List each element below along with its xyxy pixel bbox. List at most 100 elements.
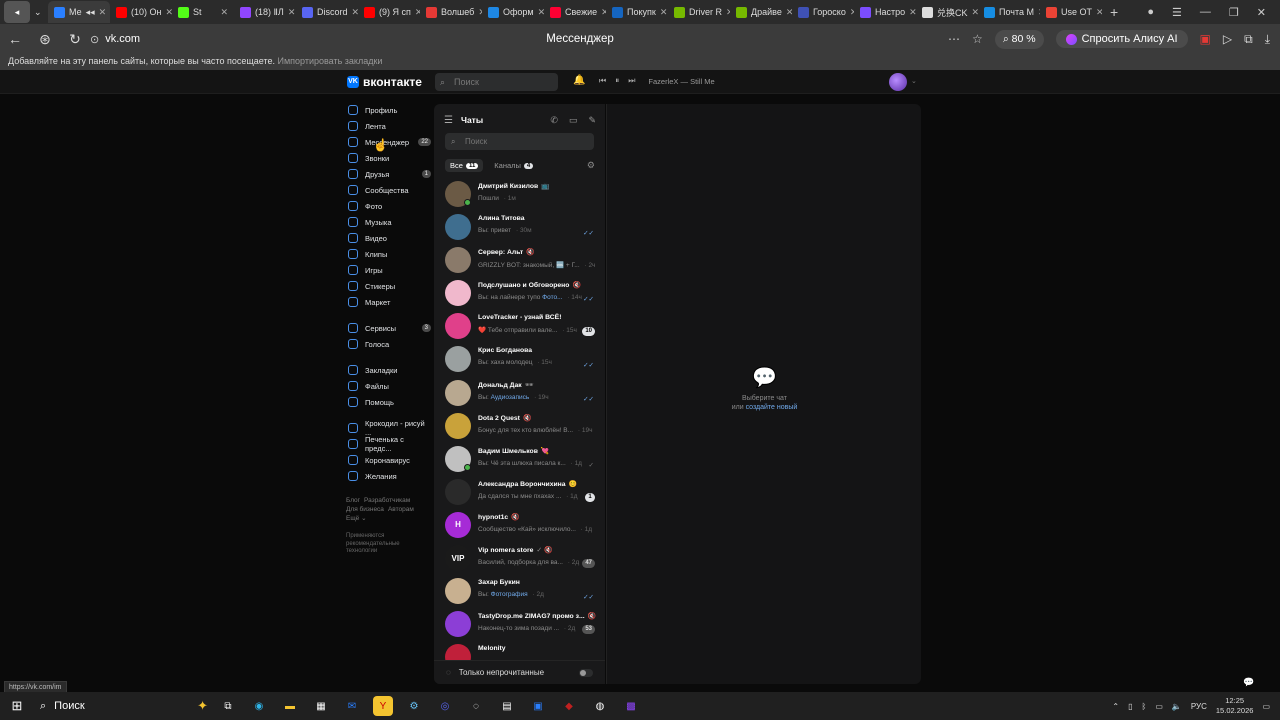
browser-tab[interactable]: Ме ◂◂ ✕ xyxy=(48,1,110,23)
ask-alice-button[interactable]: Спросить Алису AI xyxy=(1055,30,1188,48)
close-icon[interactable]: ✕ xyxy=(288,7,296,18)
menu-icon[interactable]: ☰ xyxy=(444,115,453,126)
next-track-icon[interactable]: ⏭ xyxy=(628,76,635,86)
sidebar-item-video[interactable]: Видео xyxy=(346,230,431,246)
file-explorer-icon[interactable]: ▬ xyxy=(280,696,300,716)
steam-icon[interactable]: ⚙ xyxy=(404,696,424,716)
close-icon[interactable]: ✕ xyxy=(220,7,228,18)
browser-tab[interactable]: Настро ✕ xyxy=(854,1,916,23)
chat-list-item[interactable]: Подслушано и Обговорено 🔇 Вы: на лайнере т… xyxy=(434,277,605,310)
chevron-down-icon[interactable]: ⌄ xyxy=(911,77,917,85)
yandex-protect-icon[interactable]: ⊛ xyxy=(30,31,60,48)
sidebar-item-services[interactable]: Сервисы 3 xyxy=(346,320,431,336)
more-icon[interactable]: ⋯ xyxy=(948,32,960,46)
chat-list-item[interactable]: Dota 2 Quest 🔇 Бонус для тех кто влюблён! … xyxy=(434,410,605,443)
import-bookmarks-link[interactable]: Импортировать закладки xyxy=(278,56,383,66)
unread-only-switch[interactable] xyxy=(579,668,593,677)
chat-widget-icon[interactable]: 💬 xyxy=(1243,677,1261,691)
account-icon[interactable]: ● xyxy=(1147,6,1154,18)
menu-icon[interactable]: ☰ xyxy=(1172,6,1182,19)
discord-icon[interactable]: ◎ xyxy=(435,696,455,716)
reload-icon[interactable]: ↻ xyxy=(60,31,90,48)
obs-icon[interactable]: ◍ xyxy=(590,696,610,716)
browser-tab[interactable]: Драйве ✕ xyxy=(730,1,792,23)
sidebar-item-stickers[interactable]: Стикеры xyxy=(346,278,431,294)
create-new-chat-link[interactable]: создайте новый xyxy=(746,404,798,411)
volume-icon[interactable]: 🔈 xyxy=(1172,702,1182,711)
previous-track-icon[interactable]: ⏮ xyxy=(599,76,606,86)
chat-list-item[interactable]: TastyDrop.me ZIMAG7 промо з... 🔇 Наконец-т… xyxy=(434,608,605,641)
chat-list-item[interactable]: Дмитрий Кизилов 📺 Пошли · 1м xyxy=(434,178,605,211)
chat-list-item[interactable]: Вадим Шмельков 💘 Вы: Чё эта шлюха писала к… xyxy=(434,443,605,476)
minimize-icon[interactable]: — xyxy=(1200,6,1211,18)
sidebar-item-communities[interactable]: Сообщества xyxy=(346,182,431,198)
sidebar-item-app-wishes[interactable]: Желания xyxy=(346,468,431,484)
restore-icon[interactable]: ❐ xyxy=(1229,6,1239,19)
task-view-icon[interactable]: ⧉ xyxy=(218,696,238,716)
sidebar-item-profile[interactable]: Профиль xyxy=(346,102,431,118)
zoom-button[interactable]: ⌕ 80 % xyxy=(994,29,1044,49)
sidebar-item-feed[interactable]: Лента xyxy=(346,118,431,134)
new-tab-button[interactable]: + xyxy=(1102,4,1126,20)
extension-icon[interactable]: ▣ xyxy=(1200,32,1211,46)
recommendation-notice[interactable]: Применяются рекомендательные технологии xyxy=(346,533,431,556)
close-window-icon[interactable]: ✕ xyxy=(1257,6,1266,19)
footer-more-link[interactable]: Ещё ⌄ xyxy=(346,515,367,522)
compose-icon[interactable]: ✎ xyxy=(588,115,596,126)
sidebar-toggle-button[interactable]: ◂ xyxy=(4,1,30,23)
site-security-icon[interactable]: ⊙ xyxy=(90,33,99,46)
browser-tab[interactable]: (10) Он ✕ xyxy=(110,1,172,23)
dota-icon[interactable]: ◆ xyxy=(559,696,579,716)
browser-tab[interactable]: Driver R ✕ xyxy=(668,1,730,23)
footer-blog-link[interactable]: Блог xyxy=(346,497,360,504)
close-icon[interactable]: ✕ xyxy=(99,7,107,18)
browser-tab[interactable]: (18) ⅡЛ ✕ xyxy=(234,1,296,23)
tray-overflow-icon[interactable]: ⌃ xyxy=(1112,702,1119,711)
app-icon[interactable]: ◌ xyxy=(466,696,486,716)
edge-icon[interactable]: ◉ xyxy=(249,696,269,716)
yandex-browser-icon[interactable]: Y xyxy=(373,696,393,716)
browser-tab[interactable]: St ✕ xyxy=(172,1,234,23)
chat-list-item[interactable]: VIP Vip nomera store ✓ 🔇 Василий, подборка … xyxy=(434,542,605,575)
footer-authors-link[interactable]: Авторам xyxy=(388,506,414,513)
tab-list-button[interactable]: ⌄ xyxy=(34,1,48,23)
windows-start-icon[interactable]: ⊞ xyxy=(0,698,34,714)
profile-avatar[interactable] xyxy=(889,73,907,91)
vk-logo[interactable]: VK вконтакте xyxy=(347,75,422,89)
collections-icon[interactable]: ⧉ xyxy=(1244,32,1253,47)
browser-tab[interactable]: Discord ✕ xyxy=(296,1,358,23)
sidebar-item-app-coronavirus[interactable]: Коронавирус xyxy=(346,452,431,468)
archive-icon[interactable]: ▭ xyxy=(569,115,578,126)
close-icon[interactable]: ✕ xyxy=(660,7,668,18)
language-indicator[interactable]: РУС xyxy=(1191,702,1207,711)
track-title[interactable]: FazerleX — Still Me xyxy=(648,77,714,86)
sidebar-item-music[interactable]: Музыка xyxy=(346,214,431,230)
footer-devs-link[interactable]: Разработчикам xyxy=(364,497,410,504)
browser-tab[interactable]: Свежие ✕ xyxy=(544,1,606,23)
chat-list-item[interactable]: Захар Букин Вы: Фотография · 2д ✓✓ xyxy=(434,575,605,608)
gear-icon[interactable]: ⚙ xyxy=(587,160,595,171)
browser-tab[interactable]: Покупк ✕ xyxy=(606,1,668,23)
sidebar-item-votes[interactable]: Голоса xyxy=(346,336,431,352)
chat-list-item[interactable]: Hhypnot1c 🔇 Сообщество «Кай» исключило... … xyxy=(434,509,605,542)
sidebar-item-files[interactable]: Файлы xyxy=(346,378,431,394)
downloads-icon[interactable]: ⤓ xyxy=(1265,32,1270,47)
store-icon[interactable]: ▦ xyxy=(311,696,331,716)
sidebar-item-messenger[interactable]: Мессенджер 22 xyxy=(346,134,431,150)
sidebar-item-app-crocodile[interactable]: Крокодил - рисуй ... xyxy=(346,419,431,437)
bookmark-icon[interactable]: ☆ xyxy=(972,32,983,46)
pause-icon[interactable]: ◂◂ xyxy=(86,7,95,18)
chat-list-item[interactable]: Сервер: Альт 🔇 GRIZZLY BOT: знакомый, 🆒 + … xyxy=(434,244,605,277)
sidebar-item-friends[interactable]: Друзья 1 xyxy=(346,166,431,182)
notifications-icon[interactable]: ▭ xyxy=(1262,702,1270,711)
clock[interactable]: 12:25 15.02.2026 xyxy=(1216,696,1254,716)
unread-only-toggle-row[interactable]: ◌ Только непрочитанные xyxy=(434,660,605,684)
chat-list-item[interactable]: Александра Ворончихина 😊 Да сдался ты мне … xyxy=(434,476,605,509)
media-icon[interactable]: ▷ xyxy=(1223,32,1232,46)
sidebar-item-calls[interactable]: Звонки xyxy=(346,150,431,166)
tab-all[interactable]: Все 11 xyxy=(445,159,484,172)
chat-list-item[interactable]: Крис Богданова Вы: хаха молодец · 15ч ✓✓ xyxy=(434,343,605,376)
sidebar-item-photos[interactable]: Фото xyxy=(346,198,431,214)
outlook-icon[interactable]: ✉ xyxy=(342,696,362,716)
footer-business-link[interactable]: Для бизнеса xyxy=(346,506,384,513)
